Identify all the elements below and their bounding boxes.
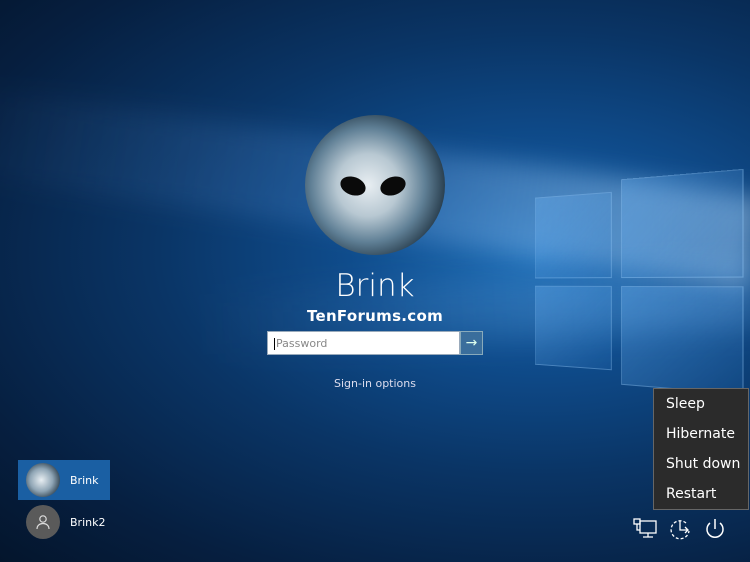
password-input[interactable]: Password xyxy=(267,331,460,355)
sign-in-options-link[interactable]: Sign-in options xyxy=(0,377,750,390)
user-avatar xyxy=(305,115,445,255)
arrow-right-icon: → xyxy=(466,335,478,351)
watermark: TenForums.com xyxy=(0,307,750,325)
user-name: Brink xyxy=(0,268,750,304)
network-icon[interactable] xyxy=(632,515,660,543)
power-menu: Sleep Hibernate Shut down Restart xyxy=(653,388,749,510)
person-icon xyxy=(35,514,51,530)
menu-item-shut-down[interactable]: Shut down xyxy=(654,449,748,479)
menu-item-hibernate[interactable]: Hibernate xyxy=(654,419,748,449)
power-icon[interactable] xyxy=(701,515,729,543)
menu-item-restart[interactable]: Restart xyxy=(654,479,748,509)
avatar xyxy=(26,505,60,539)
user-list-item-brink[interactable]: Brink xyxy=(18,460,110,500)
ease-of-access-icon[interactable] xyxy=(666,515,694,543)
menu-item-sleep[interactable]: Sleep xyxy=(654,389,748,419)
submit-button[interactable]: → xyxy=(460,331,483,355)
avatar xyxy=(26,463,60,497)
user-list-item-brink2[interactable]: Brink2 xyxy=(18,502,110,542)
